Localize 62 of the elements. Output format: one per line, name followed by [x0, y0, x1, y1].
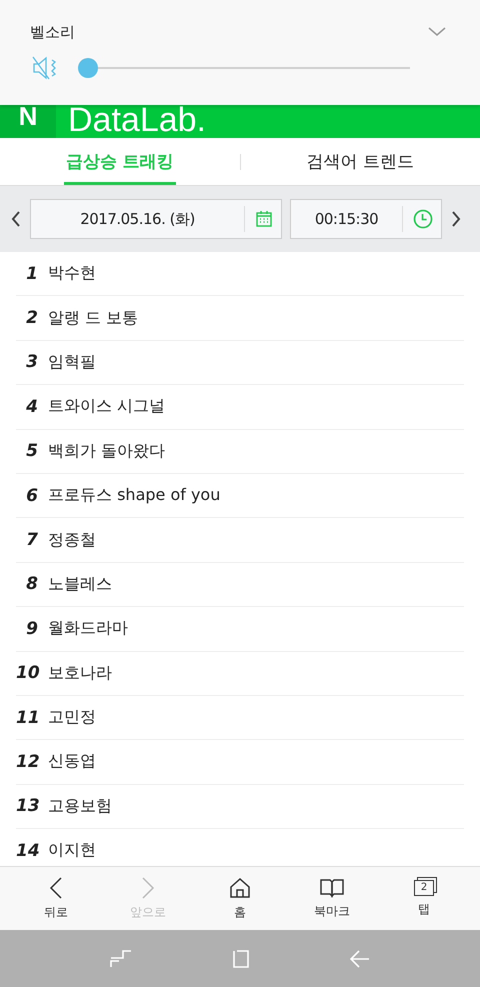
back-arrow-icon[interactable]: [350, 948, 370, 968]
keyword-text: 백희가 돌아왔다: [48, 440, 166, 462]
keyword-text: 신동엽: [48, 751, 96, 772]
panel-title: 벨소리: [30, 22, 75, 42]
rank-number: 7: [25, 530, 38, 550]
ranking-row[interactable]: 5 백희가 돌아왔다: [16, 430, 464, 474]
keyword-text: 임혁필: [48, 352, 96, 373]
rank-number: 13: [16, 796, 38, 816]
rank-number: 14: [16, 840, 38, 861]
rank-number: 1: [25, 264, 38, 284]
keyword-text: 고용보험: [48, 796, 112, 817]
toolbar-button[interactable]: 북마크: [286, 867, 378, 930]
keyword-text: 월화드라마: [48, 618, 128, 640]
toolbar-button[interactable]: 2 탭: [378, 867, 470, 930]
site-title: DataLab.: [68, 100, 206, 141]
rank-number: 3: [25, 352, 38, 372]
rank-number: 5: [25, 441, 38, 462]
rank-number: 10: [16, 663, 38, 684]
ranking-row[interactable]: 8 노블레스: [16, 562, 464, 608]
clock-icon[interactable]: [413, 209, 433, 229]
ranking-row[interactable]: 9 월화드라마: [16, 607, 464, 652]
forward-icon: [141, 876, 155, 898]
ranking-row[interactable]: 10 보호나라: [16, 652, 464, 696]
keyword-text: 노블레스: [48, 574, 112, 595]
calendar-icon[interactable]: [255, 210, 273, 228]
toolbar-button[interactable]: 홈: [194, 867, 286, 930]
rank-number: 12: [16, 752, 38, 772]
ranking-row[interactable]: 13 고용보험: [16, 784, 464, 830]
date-field[interactable]: 2017.05.16. (화): [30, 199, 282, 239]
rank-number: 2: [25, 308, 38, 328]
ranking-row[interactable]: 2 알랭 드 보통: [16, 296, 464, 341]
rank-number: 8: [25, 574, 38, 594]
keyword-text: 정종철: [48, 530, 96, 551]
tabs-icon: 2: [414, 880, 434, 896]
ranking-row[interactable]: 6 프로듀스 shape of you: [16, 474, 464, 518]
ranking-row[interactable]: 4 트와이스 시그널: [16, 385, 464, 430]
rank-number: 6: [25, 486, 38, 506]
keyword-text: 고민정: [48, 707, 96, 728]
rank-number: 4: [25, 396, 38, 417]
keyword-text: 트와이스 시그널: [48, 396, 166, 418]
ranking-row[interactable]: 1 박수현: [16, 252, 464, 296]
recent-apps-icon[interactable]: [110, 948, 132, 968]
rank-number: 9: [25, 618, 38, 639]
keyword-text: 보호나라: [48, 662, 112, 684]
tab[interactable]: 검색어 트렌드: [304, 141, 416, 185]
ranking-row[interactable]: 11 고민정: [16, 696, 464, 740]
chevron-down-icon[interactable]: [428, 27, 446, 37]
toolbar-button[interactable]: 뒤로: [10, 867, 102, 930]
home-icon: [229, 876, 251, 898]
keyword-text: 알랭 드 보통: [48, 308, 138, 329]
chevron-left-icon[interactable]: [10, 210, 22, 228]
book-icon: [319, 878, 345, 898]
keyword-text: 프로듀스 shape of you: [48, 485, 220, 506]
time-field[interactable]: 00:15:30: [290, 199, 442, 239]
back-icon: [49, 876, 63, 898]
ranking-row[interactable]: 12 신동엽: [16, 740, 464, 785]
ranking-row[interactable]: 7 정종철: [16, 518, 464, 563]
keyword-text: 이지현: [48, 840, 96, 862]
keyword-text: 박수현: [48, 263, 96, 284]
rank-number: 11: [16, 708, 38, 728]
chevron-right-icon[interactable]: [450, 210, 462, 228]
ranking-row[interactable]: 3 임혁필: [16, 340, 464, 386]
